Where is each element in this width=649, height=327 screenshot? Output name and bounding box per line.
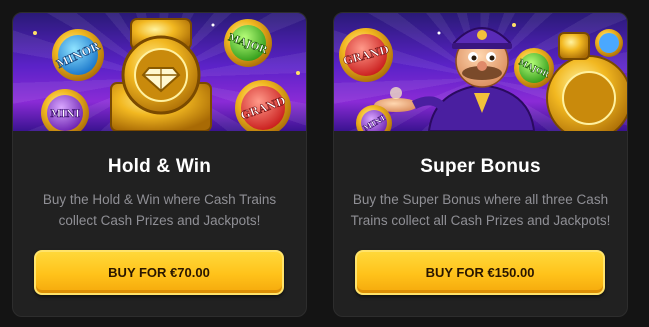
- minor-coin-icon: MINOR: [52, 29, 104, 81]
- hold-and-win-card: MINOR MAJOR MINI GRAND Hold & Win Buy th: [12, 12, 307, 317]
- super-bonus-artwork: GRAND MAJOR MINI: [334, 13, 627, 131]
- card-title: Super Bonus: [420, 156, 541, 177]
- grand-coin-icon: GRAND: [339, 28, 393, 82]
- super-bonus-card: GRAND MAJOR MINI Super Bonus Buy the Sup…: [333, 12, 628, 317]
- train-conductor-character-icon: [374, 27, 536, 131]
- card-description: Buy the Super Bonus where all three Cash…: [350, 192, 611, 228]
- card-description: Buy the Hold & Win where Cash Trains col…: [42, 192, 277, 228]
- gold-train-icon: [110, 18, 212, 131]
- mini-coin-icon: MINI: [41, 89, 89, 131]
- card-title: Hold & Win: [107, 156, 212, 177]
- major-coin-icon: MAJOR: [224, 19, 272, 67]
- grand-coin-icon: GRAND: [235, 80, 291, 131]
- major-coin-icon: MAJOR: [514, 48, 554, 88]
- buy-hold-and-win-button[interactable]: BUY FOR €70.00: [34, 250, 284, 295]
- hold-and-win-artwork: MINOR MAJOR MINI GRAND: [13, 13, 306, 131]
- buy-super-bonus-button[interactable]: BUY FOR €150.00: [355, 250, 605, 295]
- svg-text:MINI: MINI: [50, 109, 80, 120]
